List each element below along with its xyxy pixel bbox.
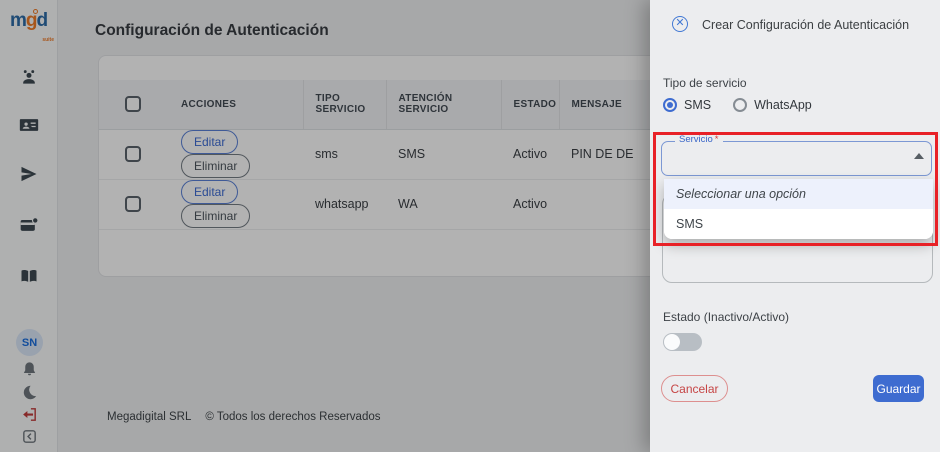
drawer-title: Crear Configuración de Autenticación <box>702 18 909 32</box>
app: mgd suite SN Co <box>0 0 940 452</box>
select-option-sms[interactable]: SMS <box>664 209 933 239</box>
radio-whatsapp-label: WhatsApp <box>754 98 812 112</box>
status-toggle-label: Estado (Inactivo/Activo) <box>663 310 789 324</box>
service-select-label: Servicio* <box>675 134 723 145</box>
cancel-button[interactable]: Cancelar <box>661 375 728 402</box>
toggle-thumb <box>664 334 680 350</box>
required-asterisk: * <box>715 134 719 145</box>
status-toggle[interactable] <box>663 333 702 351</box>
service-type-radio-group: SMS WhatsApp <box>663 98 812 112</box>
radio-whatsapp[interactable] <box>733 98 747 112</box>
service-type-label: Tipo de servicio <box>663 76 747 90</box>
save-button[interactable]: Guardar <box>873 375 924 402</box>
close-icon[interactable]: ✕ <box>672 16 688 32</box>
chevron-up-icon[interactable] <box>914 153 924 159</box>
service-select-menu: Seleccionar una opción SMS <box>664 179 933 239</box>
radio-sms-label: SMS <box>684 98 711 112</box>
radio-sms[interactable] <box>663 98 677 112</box>
select-option-placeholder[interactable]: Seleccionar una opción <box>664 179 933 209</box>
service-select[interactable] <box>661 141 932 176</box>
create-config-drawer: ✕ Crear Configuración de Autenticación T… <box>650 0 940 452</box>
